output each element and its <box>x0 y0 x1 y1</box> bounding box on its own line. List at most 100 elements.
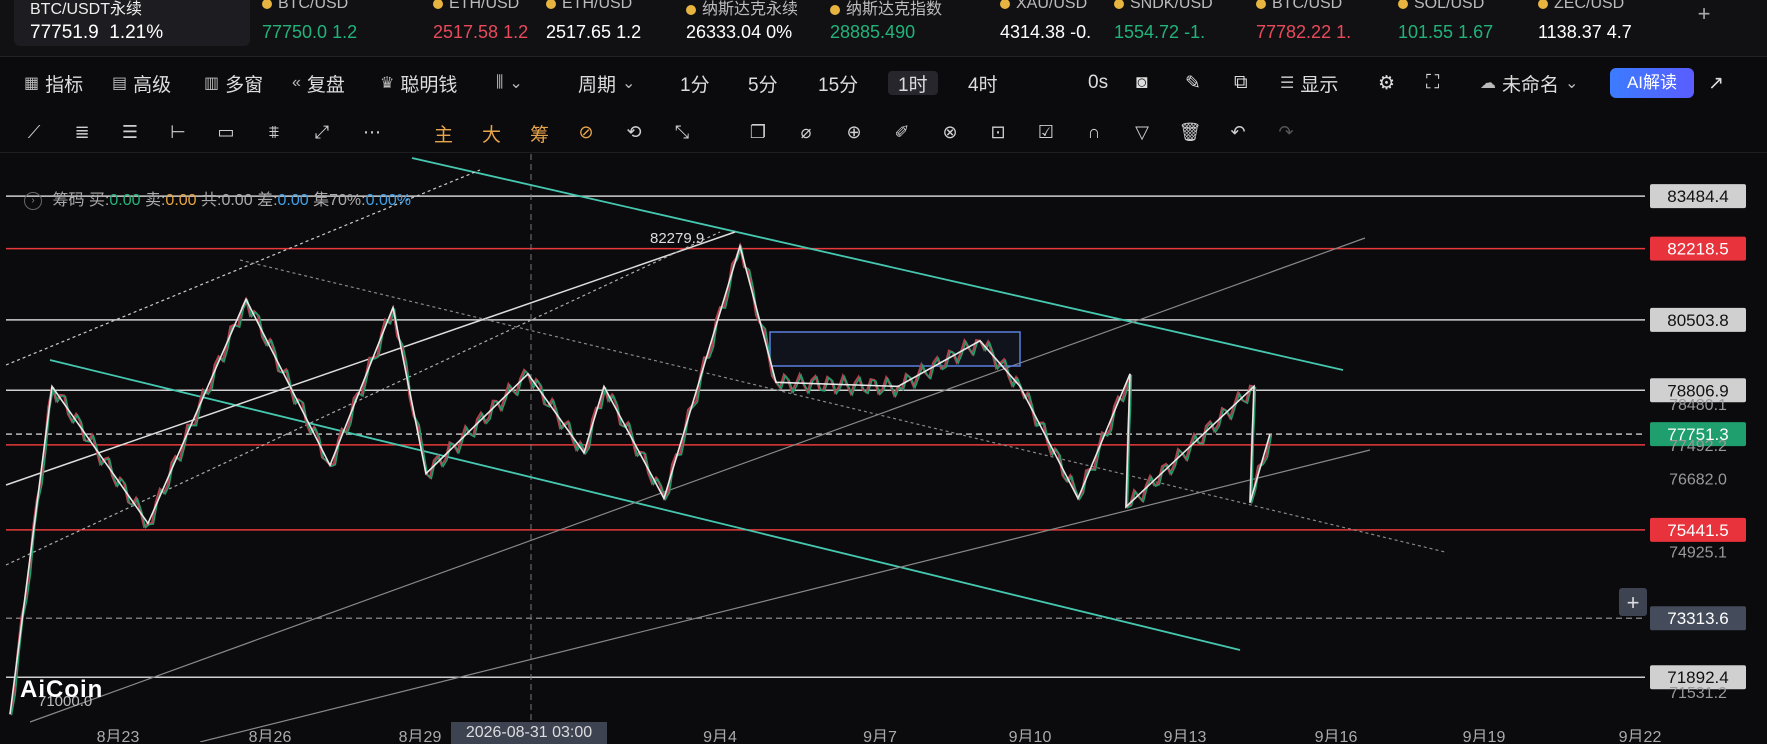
ticker-symbol: ETH/USD <box>546 0 632 13</box>
brush-icon[interactable]: ✐ <box>890 120 914 144</box>
indicator-icon: ▦ <box>24 75 40 92</box>
camera-icon[interactable]: ◙ <box>1136 71 1147 95</box>
period-5m[interactable]: 5分 <box>748 71 778 96</box>
main-chart-tool[interactable]: 主 <box>434 120 453 147</box>
replay-button[interactable]: «复盘 <box>292 71 345 96</box>
horizontal-lines-icon[interactable]: ☰ <box>118 120 142 144</box>
ticker-symbol: BTC/USD <box>1256 0 1342 13</box>
more-tools-icon[interactable]: ⋯ <box>360 120 384 144</box>
layout-dropdown[interactable]: ☁ 未命名 ⌄ <box>1480 71 1584 96</box>
filter-icon[interactable]: ▽ <box>1130 120 1154 144</box>
coin-icon <box>1114 0 1124 9</box>
edit-list-icon[interactable]: ☑ <box>1034 120 1058 144</box>
ticker-symbol: 纳斯达克指数 <box>830 0 942 19</box>
ticker-symbol: 纳斯达克永续 <box>686 0 798 19</box>
ticker-price: 2517.65 1.2 <box>546 22 642 42</box>
chart-type-dropdown[interactable]: ⫼ ⌄ <box>496 71 529 95</box>
copy-icon[interactable]: ❐ <box>746 120 770 144</box>
multi-window-button[interactable]: ▥ 多窗 <box>204 71 263 96</box>
toggle-icon[interactable]: ⊘ <box>574 120 598 144</box>
hide-drawings-icon[interactable]: ⊗ <box>938 120 962 144</box>
cloud-icon: ☁ <box>1480 75 1496 92</box>
coin-icon <box>1398 0 1408 9</box>
x-axis-label: 8月23 <box>97 729 140 742</box>
chevron-down-icon: ⌄ <box>509 75 523 92</box>
zoom-in-icon[interactable]: ⊕ <box>842 120 866 144</box>
horizontal-ray-icon[interactable]: ⊢ <box>166 120 190 144</box>
share-icon[interactable]: ↗ <box>1708 71 1724 95</box>
magnet-icon[interactable]: ∩ <box>1082 120 1106 144</box>
ticker-price: 28885.490 <box>830 22 916 42</box>
ticker-price: 1554.72 -1. <box>1114 22 1206 42</box>
x-axis-label: 8月26 <box>249 729 292 742</box>
price-tick-label: 74925.1 <box>1669 544 1727 561</box>
ai-analysis-button[interactable]: AI解读 <box>1610 68 1694 98</box>
ticker-tab-active[interactable]: BTC/USDT永续 77751.9 1.21% <box>14 0 250 46</box>
advanced-button[interactable]: ▤ 高级 <box>112 71 171 96</box>
peak-annotation: 82279.9 <box>650 230 704 247</box>
coin-icon <box>1538 0 1548 9</box>
settings-icon[interactable]: ⚙ <box>1378 71 1395 95</box>
big-order-tool[interactable]: 大 <box>482 120 501 147</box>
ruler-icon[interactable]: ⌀ <box>794 120 818 144</box>
ticker-price: 77751.9 1.21% <box>30 22 164 43</box>
lock-icon[interactable]: ⊡ <box>986 120 1010 144</box>
price-tick-label: 76682.0 <box>1669 471 1727 488</box>
ticker-price: 1138.37 4.7 <box>1538 22 1632 42</box>
grid-icon: ▥ <box>204 75 220 92</box>
period-4h[interactable]: 4时 <box>968 71 998 96</box>
x-axis-label: 9月4 <box>703 729 737 742</box>
ticker-symbol: XAU/USD <box>1000 0 1087 13</box>
ticker-price: 4314.38 -0. <box>1000 22 1092 42</box>
price-chart[interactable]: 83484.482218.580503.878806.978480.177751… <box>0 154 1767 742</box>
ticker-price: 2517.58 1.2 <box>433 22 529 42</box>
pencil-icon[interactable]: ✎ <box>1185 71 1201 95</box>
parallel-lines-icon[interactable]: ≣ <box>70 120 94 144</box>
rectangle-tool-icon[interactable]: ▭ <box>214 120 238 144</box>
coin-icon <box>1256 0 1266 9</box>
display-button[interactable]: ☰ 显示 <box>1280 71 1338 96</box>
rewind-icon: « <box>292 74 301 91</box>
period-1m[interactable]: 1分 <box>680 71 710 96</box>
ticker-price: 26333.04 0% <box>686 22 793 42</box>
period-dropdown[interactable]: 周期 ⌄ <box>578 71 641 96</box>
price-tick-label: 78480.1 <box>1669 397 1727 414</box>
ticker-symbol: ZEC/USD <box>1538 0 1624 13</box>
measure-icon[interactable]: ⤡ <box>670 120 694 144</box>
ticker-symbol: BTC/USD <box>262 0 348 13</box>
period-15m[interactable]: 15分 <box>818 71 858 96</box>
add-window-icon[interactable]: ⧉ <box>1234 71 1248 95</box>
ticker-symbol: ETH/USD <box>433 0 519 13</box>
smart-money-button[interactable]: ♛ 聪明钱 <box>380 71 457 96</box>
collapse-icon[interactable]: › <box>24 191 42 210</box>
x-axis-label: 8月29 <box>399 729 442 742</box>
fullscreen-icon[interactable]: ⛶ <box>1426 71 1439 95</box>
add-tab-icon[interactable]: + <box>1694 3 1714 25</box>
drawing-toolbar: ⟋ ≣ ☰ ⊢ ▭ ⩨ ⤢ ⋯ 主 大 筹 ⊘ ⟲ ⤡ ❐ ⌀ ⊕ ✐ ⊗ ⊡ … <box>0 110 1767 153</box>
sync-icon[interactable]: ⟲ <box>622 120 646 144</box>
price-label: 82218.5 <box>1667 240 1728 259</box>
coin-icon <box>686 4 696 15</box>
redo-icon[interactable]: ↷ <box>1274 120 1298 144</box>
candles-down <box>9 242 1271 715</box>
channel-lower-line <box>49 359 1241 651</box>
indicators-button[interactable]: ▦ 指标 <box>24 71 83 96</box>
gray-trendline <box>199 449 1371 742</box>
undo-icon[interactable]: ↶ <box>1226 120 1250 144</box>
crosshair-time-label: 2026-08-31 03:00 <box>451 722 607 744</box>
plus-icon: + <box>1627 590 1640 615</box>
coin-icon <box>433 0 443 9</box>
arrow-tool-icon[interactable]: ⤢ <box>310 120 334 144</box>
chips-legend: › 筹码 买:0.00 卖:0.00 共:0.00 差:0.00 集70%:0.… <box>24 186 411 210</box>
candle-icon: ⫼ <box>496 74 504 91</box>
trendline-tool-icon[interactable]: ⟋ <box>22 120 46 144</box>
ticker-price: 101.55 1.67 <box>1398 22 1494 42</box>
countdown-label: 0s <box>1088 72 1109 93</box>
chips-tool[interactable]: 筹 <box>530 120 549 147</box>
smart-money-icon: ♛ <box>380 75 395 92</box>
chevron-down-icon: ⌄ <box>1565 75 1579 92</box>
pattern-tool-icon[interactable]: ⩨ <box>262 120 286 144</box>
display-icon: ☰ <box>1280 75 1295 92</box>
delete-icon[interactable]: 🗑 <box>1178 120 1202 144</box>
period-1h[interactable]: 1时 <box>888 71 938 96</box>
